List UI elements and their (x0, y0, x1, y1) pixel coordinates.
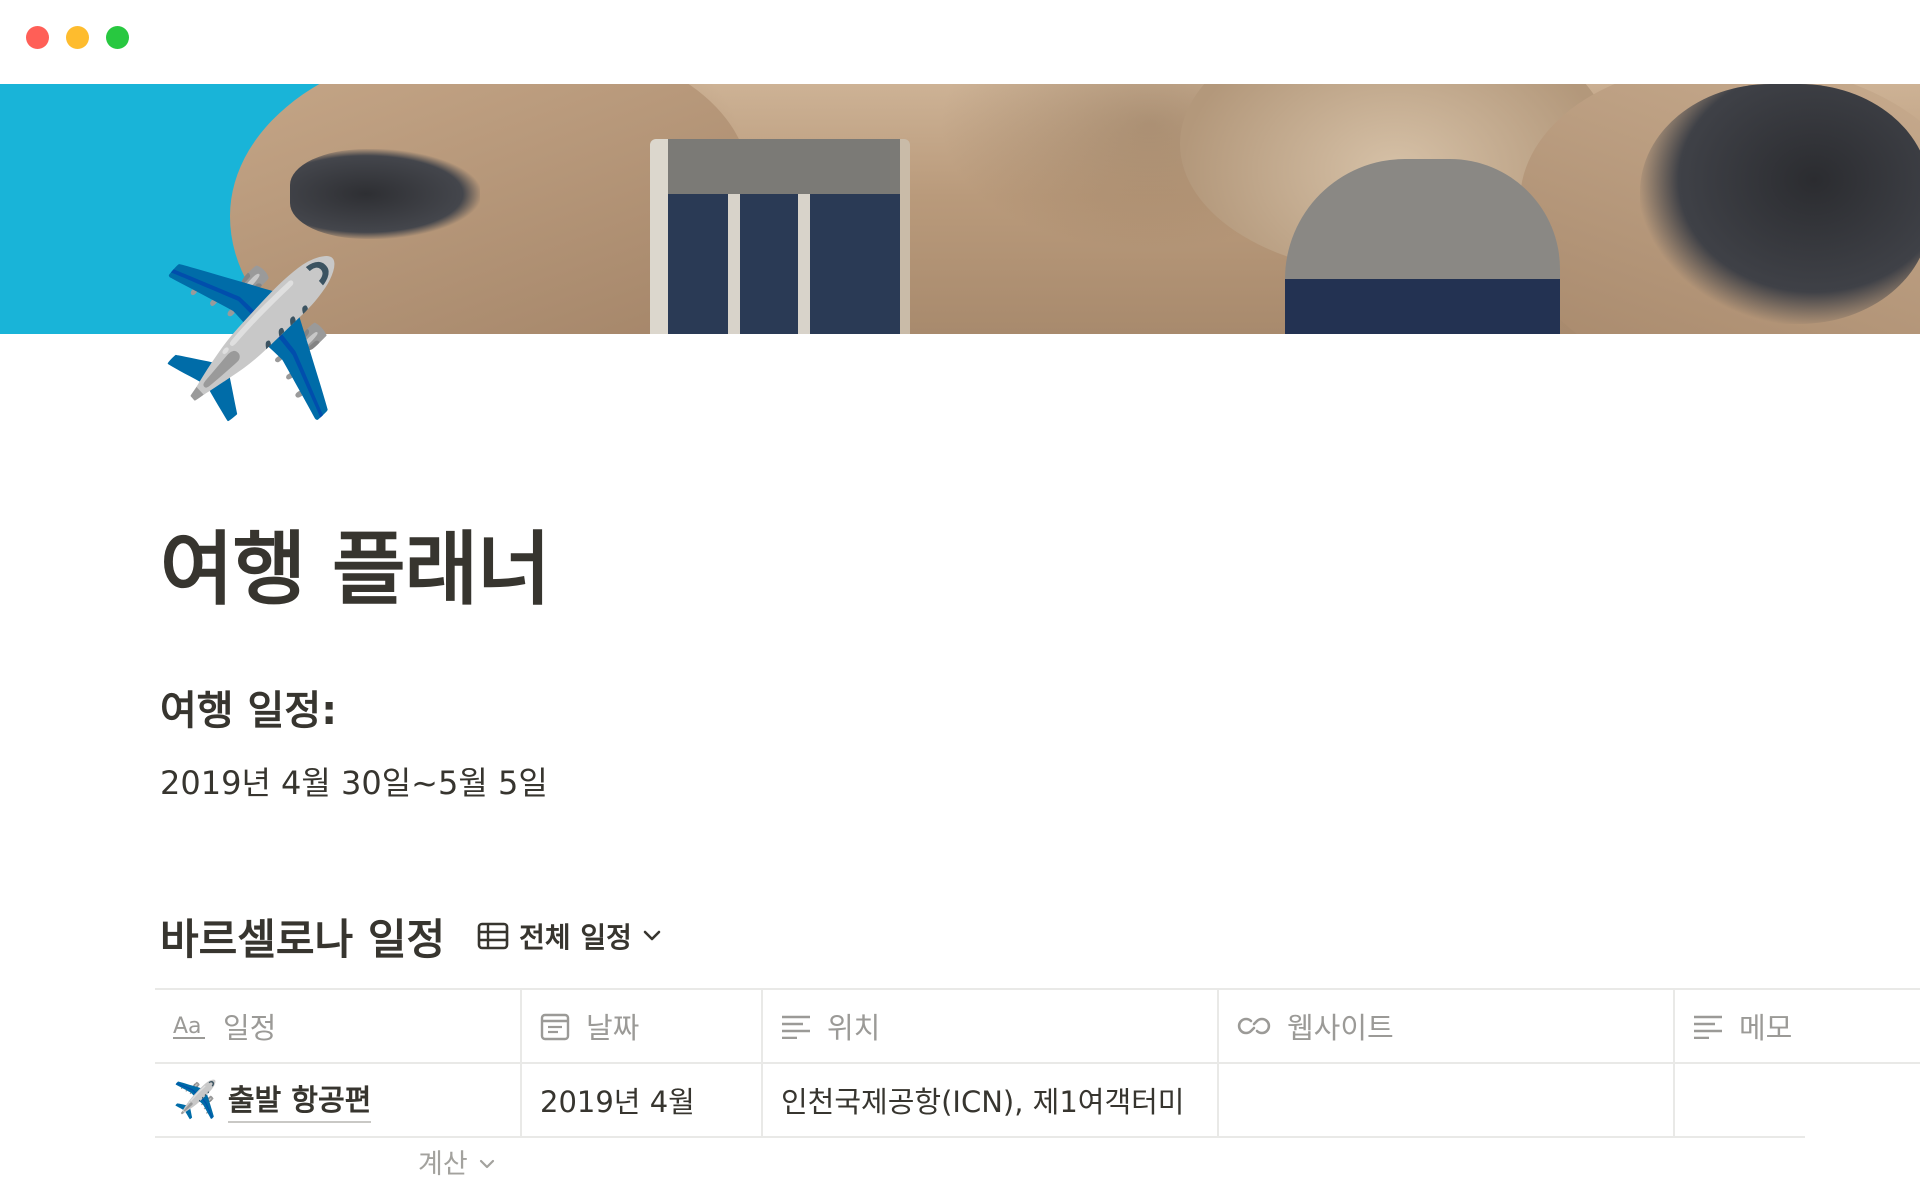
link-icon (1237, 1013, 1271, 1039)
chevron-down-icon (468, 1146, 496, 1177)
trip-dates-text[interactable]: 2019년 4월 30일~5월 5일 (160, 758, 548, 804)
cover-ironwork (1640, 84, 1920, 324)
database-title[interactable]: 바르셀로나 일정 (160, 906, 445, 967)
calendar-icon (540, 1011, 570, 1041)
cell-location[interactable]: 인천국제공항(ICN), 제1여객터미 (763, 1064, 1219, 1136)
column-label: 메모 (1739, 1011, 1793, 1045)
database-header: 바르셀로나 일정 전체 일정 (160, 908, 668, 964)
table-icon (477, 920, 509, 952)
database-view-switcher[interactable]: 전체 일정 (471, 912, 668, 960)
column-header-location[interactable]: 위치 (763, 990, 1219, 1062)
database-table: Aa 일정 날짜 위치 웹사이트 메모 ✈️ 출발 항공편 2019년 4월 인… (155, 988, 1920, 1138)
page-title[interactable]: 여행 플래너 (160, 505, 551, 621)
zoom-window-button[interactable] (106, 26, 129, 49)
cover-ironwork (290, 149, 480, 239)
minimize-window-button[interactable] (66, 26, 89, 49)
calculate-button[interactable]: 계산 (418, 1142, 496, 1181)
cell-name[interactable]: ✈️ 출발 항공편 (155, 1064, 522, 1136)
chevron-down-icon (642, 929, 662, 943)
calculate-label: 계산 (418, 1149, 468, 1180)
itinerary-heading[interactable]: 여행 일정: (160, 678, 337, 736)
cell-memo[interactable] (1675, 1064, 1805, 1136)
table-header-row: Aa 일정 날짜 위치 웹사이트 메모 (155, 990, 1920, 1064)
text-lines-icon (1693, 1013, 1723, 1039)
cell-website[interactable] (1219, 1064, 1675, 1136)
title-bar (0, 0, 1920, 84)
column-header-memo[interactable]: 메모 (1675, 990, 1920, 1062)
cover-window (650, 139, 910, 334)
text-lines-icon (781, 1013, 811, 1039)
view-label: 전체 일정 (519, 921, 632, 954)
page-icon-airplane[interactable]: ✈️ (156, 245, 346, 435)
text-title-icon: Aa (173, 1012, 207, 1040)
close-window-button[interactable] (26, 26, 49, 49)
airplane-icon: ✈️ (173, 1080, 218, 1121)
column-label: 웹사이트 (1287, 1011, 1394, 1045)
column-label: 일정 (223, 1011, 277, 1045)
row-title-link[interactable]: 출발 항공편 (227, 1077, 372, 1123)
svg-text:Aa: Aa (173, 1014, 202, 1039)
column-label: 날짜 (586, 1011, 640, 1045)
column-header-website[interactable]: 웹사이트 (1219, 990, 1675, 1062)
column-header-name[interactable]: Aa 일정 (155, 990, 522, 1062)
column-label: 위치 (827, 1011, 881, 1045)
cell-date[interactable]: 2019년 4월 (522, 1064, 763, 1136)
table-row[interactable]: ✈️ 출발 항공편 2019년 4월 인천국제공항(ICN), 제1여객터미 (155, 1064, 1805, 1138)
app-window: ✈️ 여행 플래너 여행 일정: 2019년 4월 30일~5월 5일 바르셀로… (0, 0, 1920, 1200)
column-header-date[interactable]: 날짜 (522, 990, 763, 1062)
